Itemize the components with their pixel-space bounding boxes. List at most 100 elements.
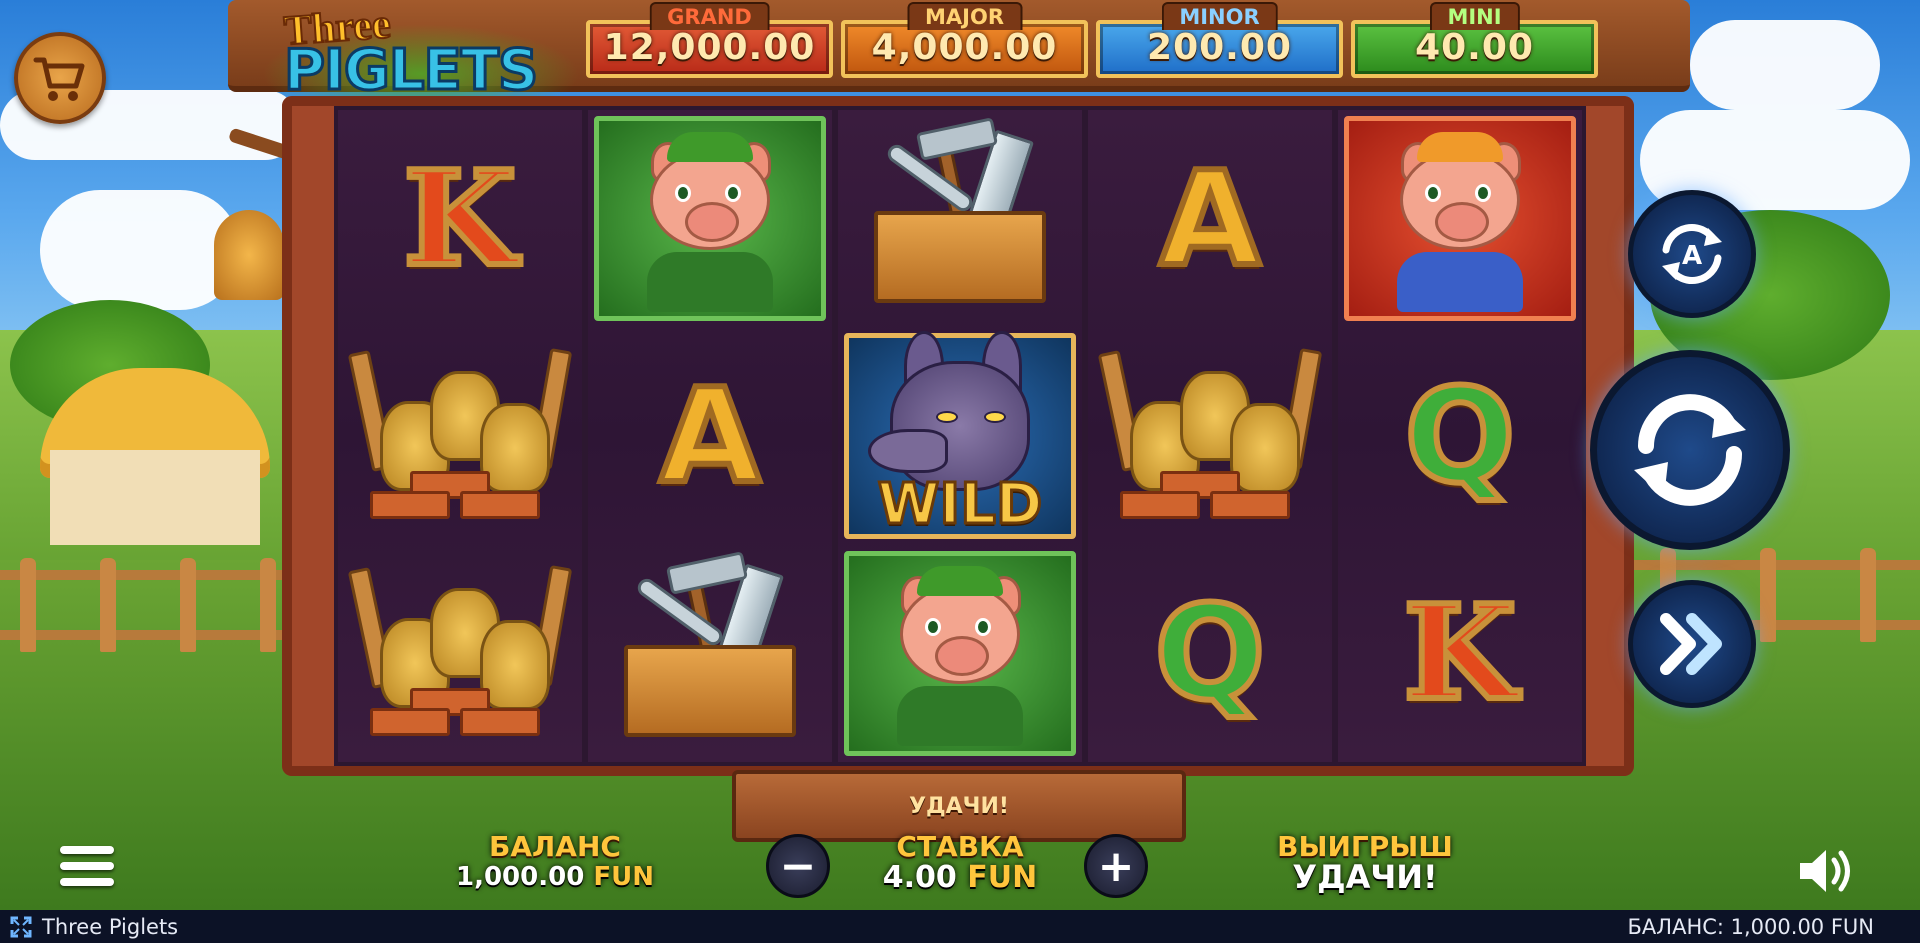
reel-symbol <box>1338 110 1582 327</box>
bet-amount: 4.00 <box>882 860 957 895</box>
brick <box>370 708 450 737</box>
jackpot-grand: 12,000.00 GRAND <box>586 2 833 78</box>
brick <box>460 708 540 737</box>
game-stage: Three PIGLETS 12,000.00 GRAND 4,000.00 M… <box>0 0 1920 943</box>
pig-figure <box>625 124 795 314</box>
jackpot-label: GRAND <box>649 2 770 30</box>
balance-label: БАЛАНС <box>489 830 621 863</box>
cottage-wall <box>50 450 260 545</box>
pig-eye <box>1475 183 1491 202</box>
speaker-icon <box>1800 850 1850 892</box>
plus-icon: + <box>1097 840 1135 892</box>
reel-symbol: A <box>1088 110 1332 327</box>
shopping-cart-icon <box>33 57 85 101</box>
bet-value: 4.00 FUN <box>860 860 1060 895</box>
letter-symbol-k: K <box>401 141 520 295</box>
jackpot-label: MAJOR <box>907 2 1022 30</box>
pig-hat <box>1417 131 1503 162</box>
fence-left <box>0 558 290 652</box>
toolbox <box>874 210 1046 303</box>
jackpot-major: 4,000.00 MAJOR <box>841 2 1088 78</box>
hay-bale <box>480 620 550 711</box>
bet-decrease-button[interactable]: − <box>766 834 830 898</box>
bet-label: СТАВКА <box>896 830 1024 863</box>
pig-hat <box>917 566 1003 597</box>
reel-symbol <box>588 545 832 762</box>
reel-symbol: K <box>338 110 582 327</box>
turbo-button[interactable] <box>1628 580 1756 708</box>
reel-symbol: Q <box>1338 327 1582 544</box>
reel-symbol: WILD <box>838 327 1082 544</box>
wolf-snout <box>868 428 948 473</box>
pig-overalls <box>647 251 773 312</box>
hammer-head <box>665 551 749 596</box>
brick <box>1210 490 1290 519</box>
toolbox-symbol <box>610 551 810 753</box>
balance-value: 1,000.00 FUN <box>440 862 670 892</box>
cloud <box>40 190 240 310</box>
reel-symbol: Q <box>1088 545 1332 762</box>
pig-snout <box>685 201 739 242</box>
autoplay-button[interactable]: A <box>1628 190 1756 318</box>
footer-bar: Three Piglets БАЛАНС: 1,000.00 FUN <box>0 910 1920 943</box>
letter-symbol-a: A <box>1157 142 1264 295</box>
toolbox <box>624 645 796 738</box>
wolf-eye <box>936 410 958 423</box>
jackpot-minor: 200.00 MINOR <box>1096 2 1343 78</box>
jackpot-label: MINOR <box>1161 2 1278 30</box>
pig-hat <box>667 131 753 162</box>
hammer-head <box>915 116 999 161</box>
pig-eye <box>725 183 741 202</box>
good-luck-message: УДАЧИ! <box>909 794 1009 819</box>
jackpot-label: MINI <box>1429 2 1520 30</box>
menu-button[interactable] <box>60 846 114 894</box>
reel-symbol <box>838 110 1082 327</box>
reel-symbol <box>588 110 832 327</box>
minus-icon: − <box>779 840 817 892</box>
bet-increase-button[interactable]: + <box>1084 834 1148 898</box>
letter-symbol-q: Q <box>1152 577 1268 730</box>
pig-figure <box>875 558 1045 748</box>
letter-symbol-q: Q <box>1402 359 1518 512</box>
hay-bale <box>480 402 550 493</box>
wild-label: WILD <box>876 470 1044 538</box>
hamburger-menu-icon <box>60 846 114 886</box>
reel-symbol <box>338 327 582 544</box>
spin-button[interactable] <box>1590 350 1790 550</box>
pig-overalls <box>897 686 1023 747</box>
pig-eye <box>1425 183 1441 202</box>
pig-figure <box>1375 124 1545 314</box>
reel-4: AQ <box>1088 110 1332 762</box>
logo-line-2: PIGLETS <box>282 37 539 105</box>
spin-icon <box>1634 394 1746 506</box>
reel-1: K <box>338 110 582 762</box>
hay-bale <box>1230 402 1300 493</box>
reel-grid: K A WILD A Q Q K <box>334 106 1586 766</box>
bell-icon <box>214 210 284 300</box>
toolbox-symbol <box>860 116 1060 319</box>
footer-balance: БАЛАНС: 1,000.00 FUN <box>1627 914 1874 939</box>
brick <box>370 490 450 519</box>
letter-symbol-a: A <box>657 359 764 512</box>
brick <box>460 490 540 519</box>
reel-5: QK <box>1338 110 1582 762</box>
footer-game-title: Three Piglets <box>42 914 179 939</box>
letter-symbol-k: K <box>1401 576 1520 730</box>
shop-button[interactable] <box>14 32 106 124</box>
sound-button[interactable] <box>1796 846 1856 896</box>
autoplay-icon: A <box>1662 224 1722 284</box>
reel-symbol <box>1088 327 1332 544</box>
reel-symbol: A <box>588 327 832 544</box>
pig-snout <box>1435 201 1489 242</box>
svg-text:A: A <box>1682 241 1702 271</box>
reel-symbol: K <box>1338 545 1582 762</box>
fullscreen-icon[interactable] <box>10 916 32 938</box>
brick <box>1120 490 1200 519</box>
jackpot-mini: 40.00 MINI <box>1351 2 1598 78</box>
bet-currency: FUN <box>967 860 1038 895</box>
reel-symbol <box>838 545 1082 762</box>
balance-currency: FUN <box>593 862 654 892</box>
jackpot-bar: 12,000.00 GRAND 4,000.00 MAJOR 200.00 MI… <box>586 2 1598 78</box>
hay-bricks-symbol <box>347 558 573 748</box>
reel-3: WILD <box>838 110 1082 762</box>
